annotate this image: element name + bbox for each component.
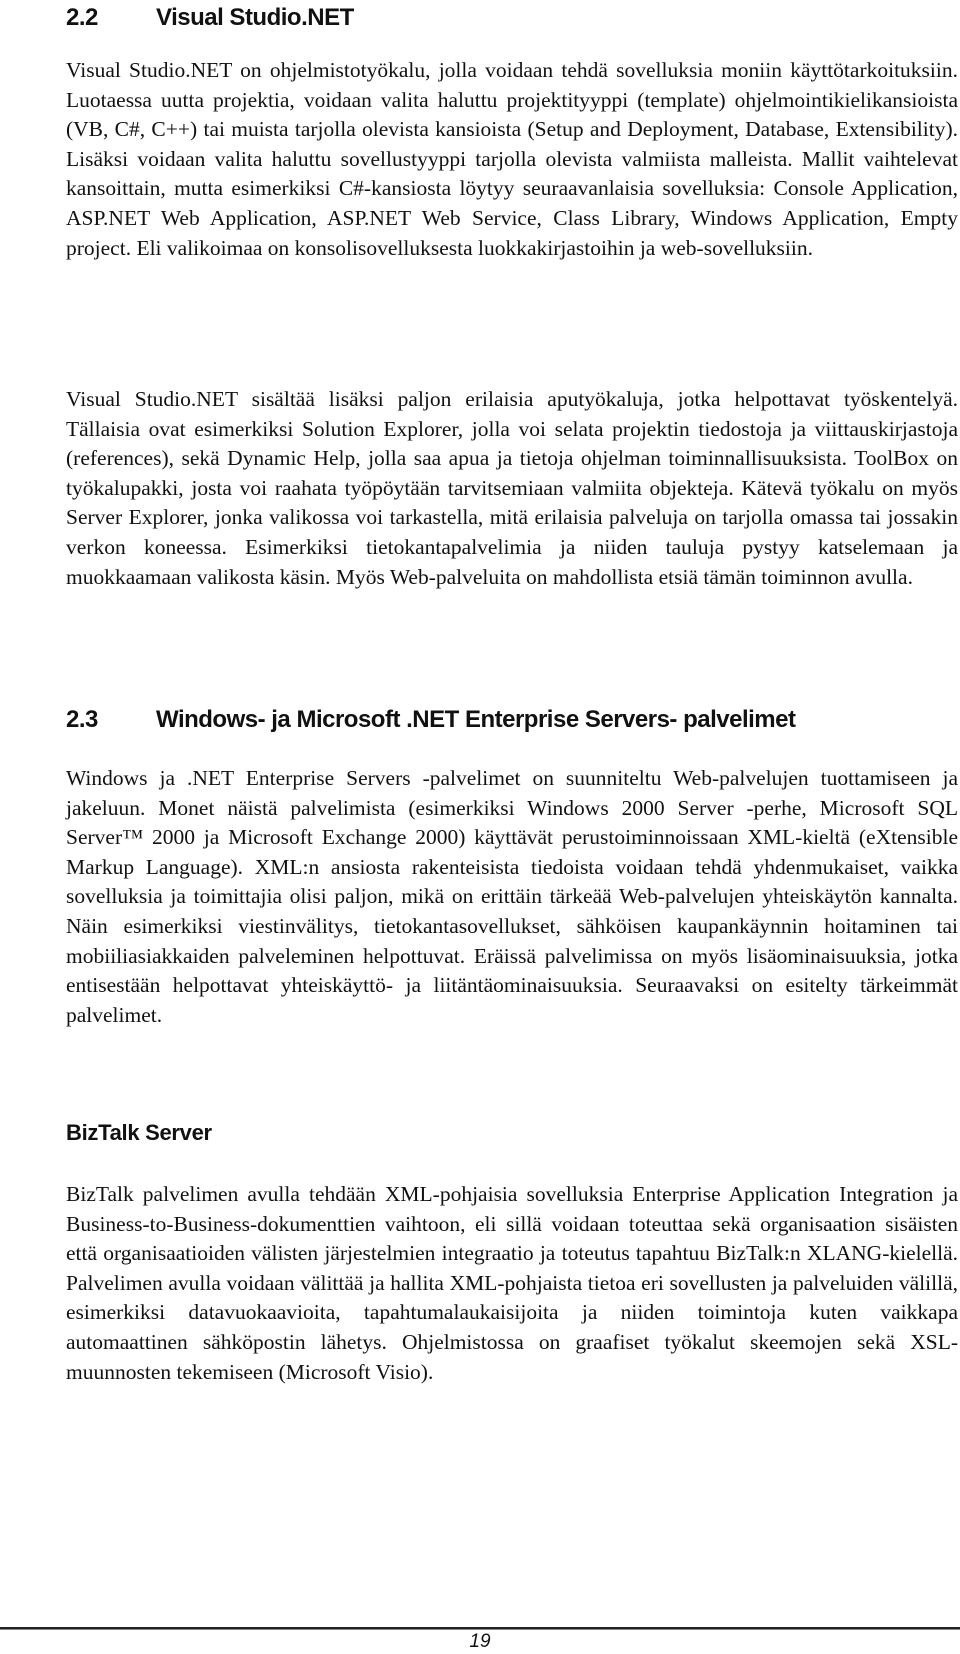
paragraph: Visual Studio.NET on ohjelmistotyökalu, … bbox=[66, 58, 958, 260]
paragraph: Visual Studio.NET sisältää lisäksi paljo… bbox=[66, 387, 958, 589]
section-heading-2-3: 2.3 Windows- ja Microsoft .NET Enterprise… bbox=[66, 706, 796, 734]
section-number: 2.3 bbox=[66, 706, 98, 733]
footer-divider bbox=[0, 1627, 960, 1630]
page-number: 19 bbox=[469, 1631, 491, 1652]
section-title: Visual Studio.NET bbox=[156, 4, 354, 31]
section-heading-2-2: 2.2 Visual Studio.NET bbox=[66, 4, 354, 32]
section-number: 2.2 bbox=[66, 4, 98, 31]
paragraph: BizTalk palvelimen avulla tehdään XML-po… bbox=[66, 1182, 958, 1384]
section-title: Windows- ja Microsoft .NET Enterprise Se… bbox=[156, 706, 796, 733]
paragraph: Windows ja .NET Enterprise Servers -palv… bbox=[66, 766, 958, 1027]
subsection-heading-biztalk: BizTalk Server bbox=[66, 1120, 212, 1145]
